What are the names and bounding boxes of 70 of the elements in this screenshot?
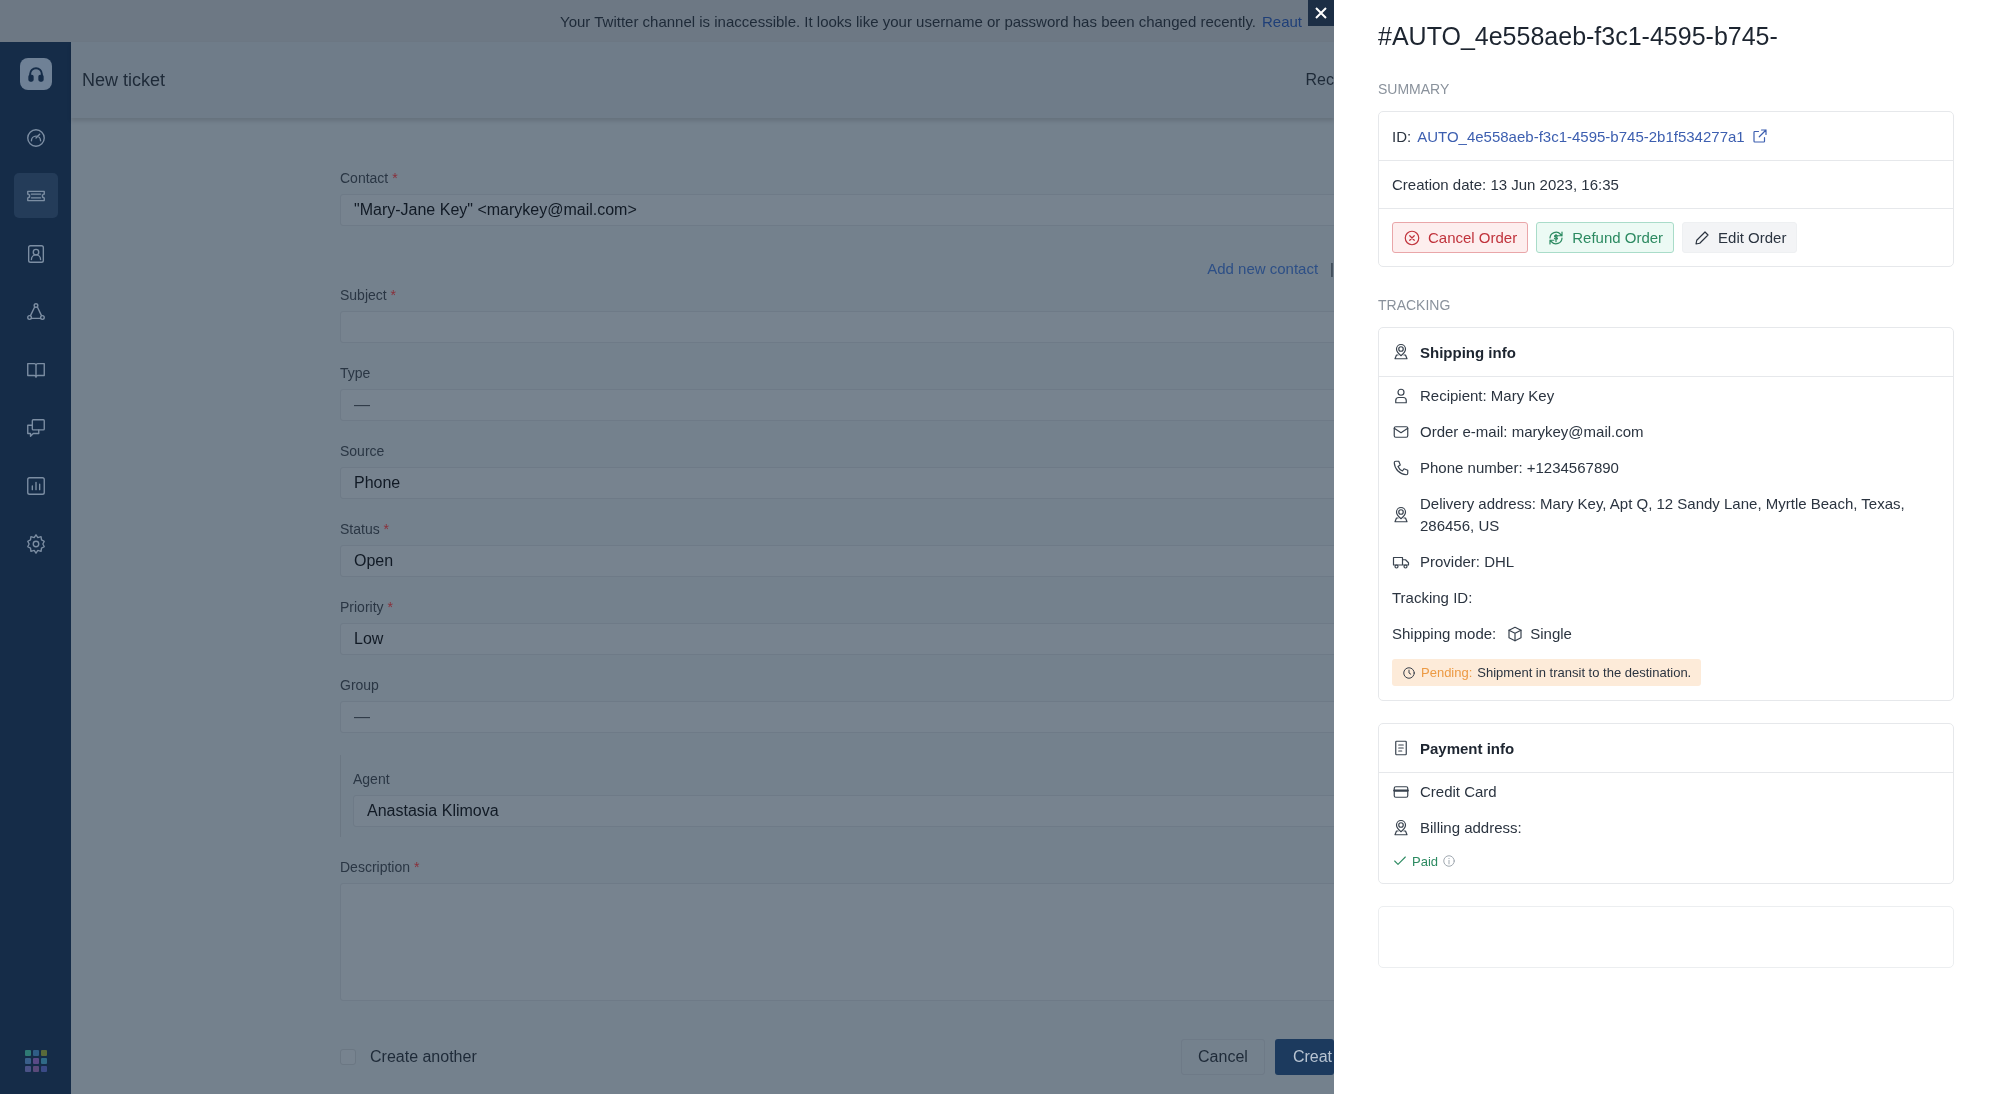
info-text: Phone number: +1234567890 <box>1420 458 1619 478</box>
field-label: Group <box>340 677 380 693</box>
external-link-icon <box>1750 127 1769 145</box>
receipt-icon <box>1392 739 1410 757</box>
info-text: Credit Card <box>1420 782 1497 802</box>
credit-card-icon <box>1392 783 1410 801</box>
bar-chart-icon <box>24 474 47 497</box>
field-label: Agent <box>353 771 391 787</box>
input-field[interactable]: — <box>340 389 1334 421</box>
info-text: Tracking ID: <box>1392 588 1473 608</box>
shipping-mode-value: Single <box>1530 624 1572 644</box>
person-icon <box>1392 387 1410 405</box>
settings-icon <box>24 532 47 555</box>
cancel-order-button[interactable]: Cancel Order <box>1392 222 1529 253</box>
info-text: Provider: DHL <box>1420 552 1515 572</box>
refund-order-button[interactable]: Refund Order <box>1536 222 1675 253</box>
card-title: Payment info <box>1420 739 1515 757</box>
section-heading: TRACKING <box>1378 297 1452 313</box>
paid-status: Paid <box>1412 853 1439 869</box>
id-label: ID: <box>1392 127 1412 145</box>
input-field[interactable] <box>340 311 1334 343</box>
input-field[interactable]: — <box>340 701 1334 733</box>
info-text: Shipping mode: <box>1392 624 1497 644</box>
close-icon[interactable] <box>1308 0 1334 26</box>
info-text: Delivery address: Mary Key, Apt Q, 12 Sandy Lane, Myrtle Beach, Texas, 286456, US <box>1420 494 1906 536</box>
input-field[interactable]: Phone <box>340 467 1334 499</box>
input-field[interactable]: Open <box>340 545 1334 577</box>
checkbox-label: Create another <box>370 1048 477 1066</box>
info-text: Order e-mail: marykey@mail.com <box>1420 422 1644 442</box>
location-pin-icon <box>1392 506 1410 524</box>
order-title: #AUTO_4e558aeb-f3c1-4595-b745- <box>1378 22 1779 51</box>
package-icon <box>1506 625 1525 643</box>
network-icon <box>24 300 47 323</box>
edit-order-button[interactable]: Edit Order <box>1682 222 1798 253</box>
input-field[interactable]: "Mary-Jane Key" <marykey@mail.com> <box>340 194 1334 226</box>
creation-date: Creation date: 13 Jun 2023, 16:35 <box>1392 176 1619 193</box>
info-text: Billing address: <box>1420 818 1522 838</box>
location-pin-icon <box>1392 343 1410 361</box>
link-separator: | <box>1330 260 1334 277</box>
page-title: New ticket <box>82 69 166 91</box>
headset-logo-icon <box>19 58 52 90</box>
status-banner: Pending: Shipment in transit to the destination. <box>1392 659 1702 686</box>
input-field[interactable]: Low <box>340 623 1334 655</box>
cancel-button[interactable]: Cancel <box>1181 1039 1265 1075</box>
field-label: Source <box>340 443 386 459</box>
apps-grid-icon[interactable] <box>24 1050 47 1072</box>
field-label: Description * <box>340 859 421 875</box>
header-action[interactable]: Rec <box>1305 71 1334 89</box>
chat-icon <box>24 416 47 439</box>
dropdown-field[interactable]: Anastasia Klimova <box>353 795 1334 827</box>
reauth-link[interactable]: Reaut <box>1261 12 1302 30</box>
card-title: Shipping info <box>1420 343 1516 361</box>
gauge-icon <box>24 126 47 149</box>
field-label: Subject * <box>340 287 398 303</box>
mail-icon <box>1392 423 1410 441</box>
clock-icon <box>1402 665 1416 680</box>
phone-icon <box>1392 459 1410 477</box>
banner-message: Your Twitter channel is inaccessible. It looks like your username or password has been changed recently. <box>560 12 1256 30</box>
cancel-circle-icon <box>1403 228 1421 247</box>
location-pin-icon <box>1392 819 1410 837</box>
info-text: Recipient: Mary Key <box>1420 386 1555 406</box>
sidebar-item[interactable] <box>13 173 58 218</box>
field-label: Type <box>340 365 372 381</box>
order-id-link[interactable]: AUTO_4e558aeb-f3c1-4595-b745-2b1f534277a1 <box>1417 127 1745 145</box>
section-heading: SUMMARY <box>1378 81 1451 97</box>
field-label: Status * <box>340 521 391 537</box>
info-icon <box>1442 854 1457 868</box>
field-label: Priority * <box>340 599 394 615</box>
create-button[interactable]: Creat <box>1274 1039 1334 1075</box>
field-label: Contact * <box>340 170 399 186</box>
